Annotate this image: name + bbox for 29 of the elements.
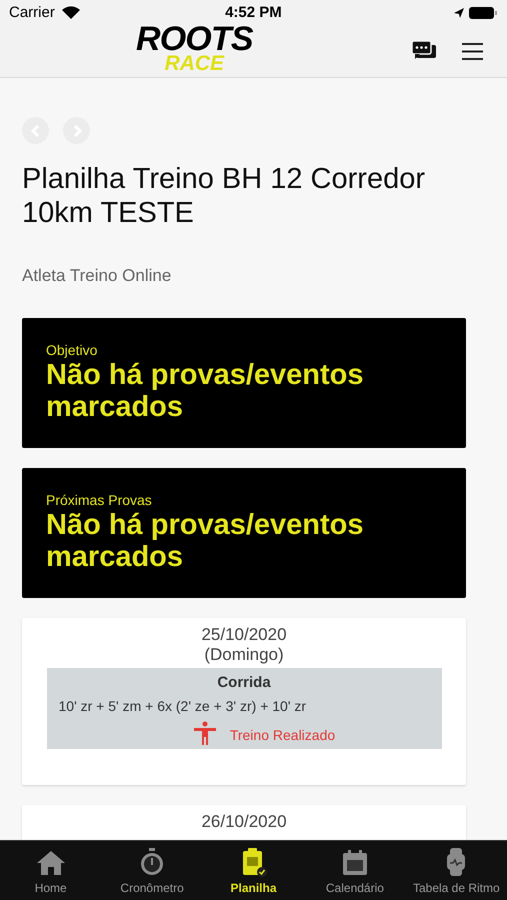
tab[interactable]: Home [0,841,102,900]
logo-subtext: RACE [164,53,224,74]
home-icon [34,849,67,877]
day-date: 26/10/2020 [201,812,287,832]
carrier-text: Carrier [9,2,55,23]
card-message: Não há provas/eventos marcados [46,508,364,572]
athlete-subtitle: Atleta Treino Online [22,265,172,287]
tab[interactable]: Tabela de Ritmo [406,841,507,900]
chat-icon[interactable] [411,40,437,62]
workout-type: Corrida [217,672,271,692]
card-label: Próximas Provas [46,492,153,508]
tab[interactable]: Cronômetro [101,841,203,900]
tab[interactable]: Planilha [202,841,304,900]
page-title: Planilha Treino BH 12 Corredor 10km TESTE [22,162,426,230]
card-label: Objetivo [46,342,98,358]
menu-icon[interactable] [462,43,483,60]
calendar-icon [340,849,369,877]
clock-time: 4:52 PM [225,2,282,23]
day-weekday: (Domingo) [204,644,284,664]
tab[interactable]: Calendário [304,841,406,900]
workout-status: Treino Realizado [230,726,336,745]
day-date: 25/10/2020 [201,624,287,644]
smartwatch-icon [445,847,468,877]
battery-icon [452,6,498,20]
workout-description: 10' zr + 5' zm + 6x (2' ze + 3' zr) + 10' zr [58,697,306,716]
logo-text: ROOTS [136,22,253,56]
clipboard-icon [240,847,267,877]
card-message: Não há provas/eventos marcados [46,358,364,422]
wifi-icon [62,6,80,19]
